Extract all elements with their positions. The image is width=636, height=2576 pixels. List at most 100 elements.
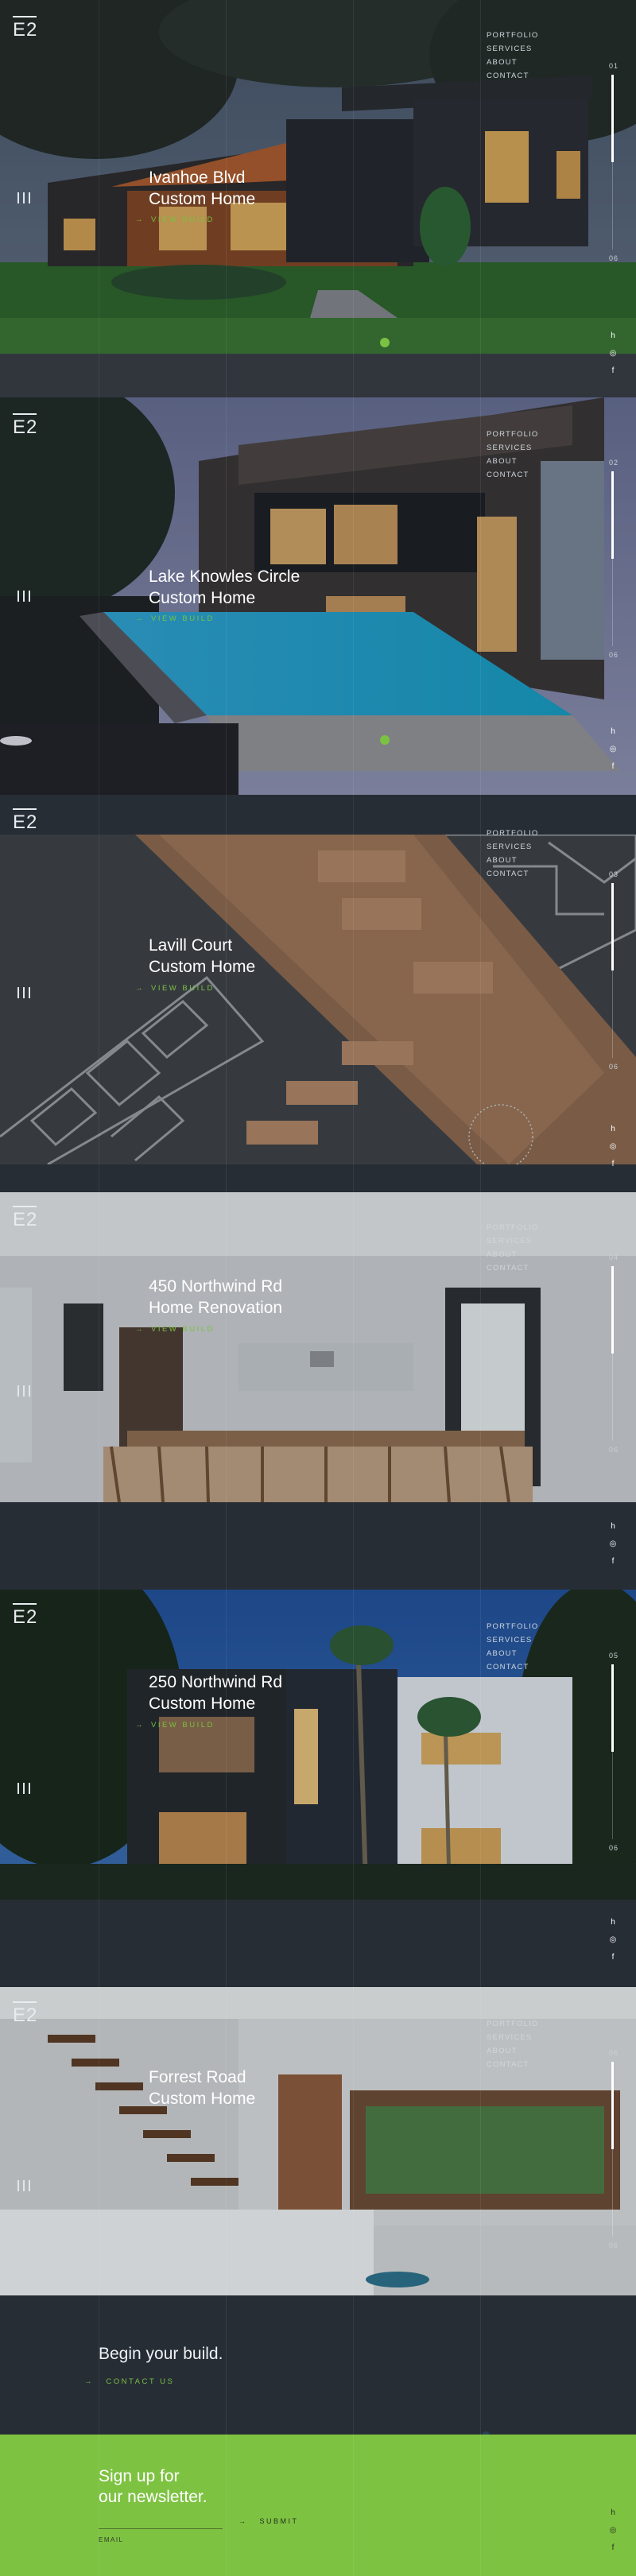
nav-contact[interactable]: CONTACT bbox=[487, 1660, 539, 1674]
logo[interactable]: E2 bbox=[13, 808, 37, 834]
nav-services[interactable]: SERVICES bbox=[487, 1633, 539, 1647]
progress-track[interactable] bbox=[611, 2062, 614, 2237]
facebook-icon[interactable]: f bbox=[607, 1949, 619, 1966]
houzz-icon[interactable]: h bbox=[607, 2504, 619, 2522]
menu-icon[interactable] bbox=[17, 192, 30, 203]
houzz-icon[interactable]: h bbox=[607, 1121, 619, 1138]
project-title: 450 Northwind Rd Home Renovation bbox=[149, 1277, 283, 1317]
progress-current: 04 bbox=[609, 1253, 619, 1261]
nav-portfolio[interactable]: PORTFOLIO bbox=[487, 2017, 539, 2031]
social-links: h ◎ f bbox=[607, 723, 619, 776]
nav-contact[interactable]: CONTACT bbox=[487, 468, 539, 482]
project-photo-ivanhoe[interactable] bbox=[0, 0, 636, 397]
project-photo-forrest-road[interactable] bbox=[0, 1987, 636, 2295]
houzz-icon[interactable]: h bbox=[607, 1914, 619, 1931]
logo[interactable]: E2 bbox=[13, 1603, 37, 1629]
nav-contact[interactable]: CONTACT bbox=[487, 1261, 539, 1275]
progress-total: 06 bbox=[609, 1446, 619, 1454]
scroll-indicator-dot[interactable] bbox=[380, 735, 390, 745]
instagram-icon[interactable]: ◎ bbox=[607, 2522, 619, 2539]
project-photo-lavill[interactable] bbox=[0, 835, 636, 1164]
nav-portfolio[interactable]: PORTFOLIO bbox=[487, 428, 539, 441]
view-build-link[interactable]: → VIEW BUILD bbox=[135, 215, 215, 224]
project-photo-250-northwind[interactable] bbox=[0, 1590, 636, 1900]
nav-services[interactable]: SERVICES bbox=[487, 1234, 539, 1248]
scroll-indicator-dot[interactable] bbox=[380, 338, 390, 347]
menu-icon[interactable] bbox=[17, 2180, 30, 2191]
progress-track[interactable] bbox=[611, 1266, 614, 1441]
nav-contact[interactable]: CONTACT bbox=[487, 867, 539, 881]
nav-about[interactable]: ABOUT bbox=[487, 1248, 539, 1261]
slide-progress: 01 06 bbox=[609, 62, 625, 262]
progress-track[interactable] bbox=[611, 471, 614, 646]
progress-track[interactable] bbox=[611, 1664, 614, 1839]
project-slide-6: E2 PORTFOLIO SERVICES ABOUT CONTACT 06 0… bbox=[0, 1987, 636, 2295]
nav-portfolio[interactable]: PORTFOLIO bbox=[487, 1620, 539, 1633]
slide-progress: 03 06 bbox=[609, 870, 625, 1071]
facebook-icon[interactable]: f bbox=[607, 1553, 619, 1571]
nav-about[interactable]: ABOUT bbox=[487, 455, 539, 468]
arrow-right-icon: → bbox=[135, 215, 145, 224]
newsletter-heading: Sign up for our newsletter. bbox=[99, 2467, 207, 2506]
view-build-link[interactable]: → VIEW BUILD bbox=[135, 614, 215, 623]
slide-progress: 04 06 bbox=[609, 1253, 625, 1454]
menu-icon[interactable] bbox=[17, 1783, 30, 1794]
instagram-icon[interactable]: ◎ bbox=[607, 1138, 619, 1156]
nav-portfolio[interactable]: PORTFOLIO bbox=[487, 827, 539, 840]
main-nav: PORTFOLIO SERVICES ABOUT CONTACT bbox=[487, 2017, 539, 2071]
nav-about[interactable]: ABOUT bbox=[487, 56, 539, 69]
email-field[interactable] bbox=[99, 2512, 223, 2527]
instagram-icon[interactable]: ◎ bbox=[607, 1536, 619, 1553]
arrow-right-icon: → bbox=[135, 984, 145, 993]
nav-services[interactable]: SERVICES bbox=[487, 2031, 539, 2044]
logo[interactable]: E2 bbox=[13, 16, 37, 41]
project-title: 250 Northwind Rd Custom Home bbox=[149, 1673, 283, 1713]
project-title: Lavill Court Custom Home bbox=[149, 936, 256, 976]
submit-button[interactable]: → SUBMIT bbox=[238, 2517, 299, 2525]
main-nav: PORTFOLIO SERVICES ABOUT CONTACT bbox=[487, 827, 539, 881]
view-build-link[interactable]: → VIEW BUILD bbox=[135, 1325, 215, 1334]
email-underline bbox=[99, 2528, 223, 2529]
arrow-right-icon: → bbox=[135, 614, 145, 623]
logo[interactable]: E2 bbox=[13, 1206, 37, 1231]
logo[interactable]: E2 bbox=[13, 2001, 37, 2027]
nav-about[interactable]: ABOUT bbox=[487, 2044, 539, 2058]
facebook-icon[interactable]: f bbox=[607, 362, 619, 380]
facebook-icon[interactable]: f bbox=[607, 1156, 619, 1173]
facebook-icon[interactable]: f bbox=[607, 2539, 619, 2557]
nav-contact[interactable]: CONTACT bbox=[487, 69, 539, 83]
view-build-link[interactable]: → VIEW BUILD bbox=[135, 984, 215, 993]
logo[interactable]: E2 bbox=[13, 413, 37, 439]
project-photo-lake-knowles[interactable] bbox=[0, 397, 636, 795]
slide-progress: 06 06 bbox=[609, 2049, 625, 2249]
progress-track[interactable] bbox=[611, 883, 614, 1058]
nav-services[interactable]: SERVICES bbox=[487, 441, 539, 455]
nav-about[interactable]: ABOUT bbox=[487, 1647, 539, 1660]
view-build-link[interactable]: → VIEW BUILD bbox=[135, 1721, 215, 1730]
cta-heading: Begin your build. bbox=[99, 2345, 223, 2363]
nav-portfolio[interactable]: PORTFOLIO bbox=[487, 1221, 539, 1234]
project-photo-450-northwind[interactable] bbox=[0, 1192, 636, 1502]
social-links: h ◎ f bbox=[607, 1914, 619, 1966]
contact-us-link[interactable]: → CONTACT US bbox=[84, 2377, 174, 2386]
instagram-icon[interactable]: ◎ bbox=[607, 741, 619, 758]
nav-services[interactable]: SERVICES bbox=[487, 840, 539, 854]
progress-current: 01 bbox=[609, 62, 619, 70]
menu-icon[interactable] bbox=[17, 987, 30, 998]
slide-progress: 02 06 bbox=[609, 459, 625, 659]
nav-portfolio[interactable]: PORTFOLIO bbox=[487, 29, 539, 42]
houzz-icon[interactable]: h bbox=[607, 723, 619, 741]
houzz-icon[interactable]: h bbox=[607, 327, 619, 345]
instagram-icon[interactable]: ◎ bbox=[607, 1931, 619, 1949]
main-nav: PORTFOLIO SERVICES ABOUT CONTACT bbox=[487, 29, 539, 83]
nav-about[interactable]: ABOUT bbox=[487, 854, 539, 867]
nav-services[interactable]: SERVICES bbox=[487, 42, 539, 56]
menu-icon[interactable] bbox=[17, 591, 30, 602]
facebook-icon[interactable]: f bbox=[607, 758, 619, 776]
menu-icon[interactable] bbox=[17, 1385, 30, 1396]
progress-track[interactable] bbox=[611, 75, 614, 250]
nav-contact[interactable]: CONTACT bbox=[487, 2058, 539, 2071]
houzz-icon[interactable]: h bbox=[607, 1518, 619, 1536]
progress-current: 05 bbox=[609, 1652, 619, 1660]
instagram-icon[interactable]: ◎ bbox=[607, 345, 619, 362]
